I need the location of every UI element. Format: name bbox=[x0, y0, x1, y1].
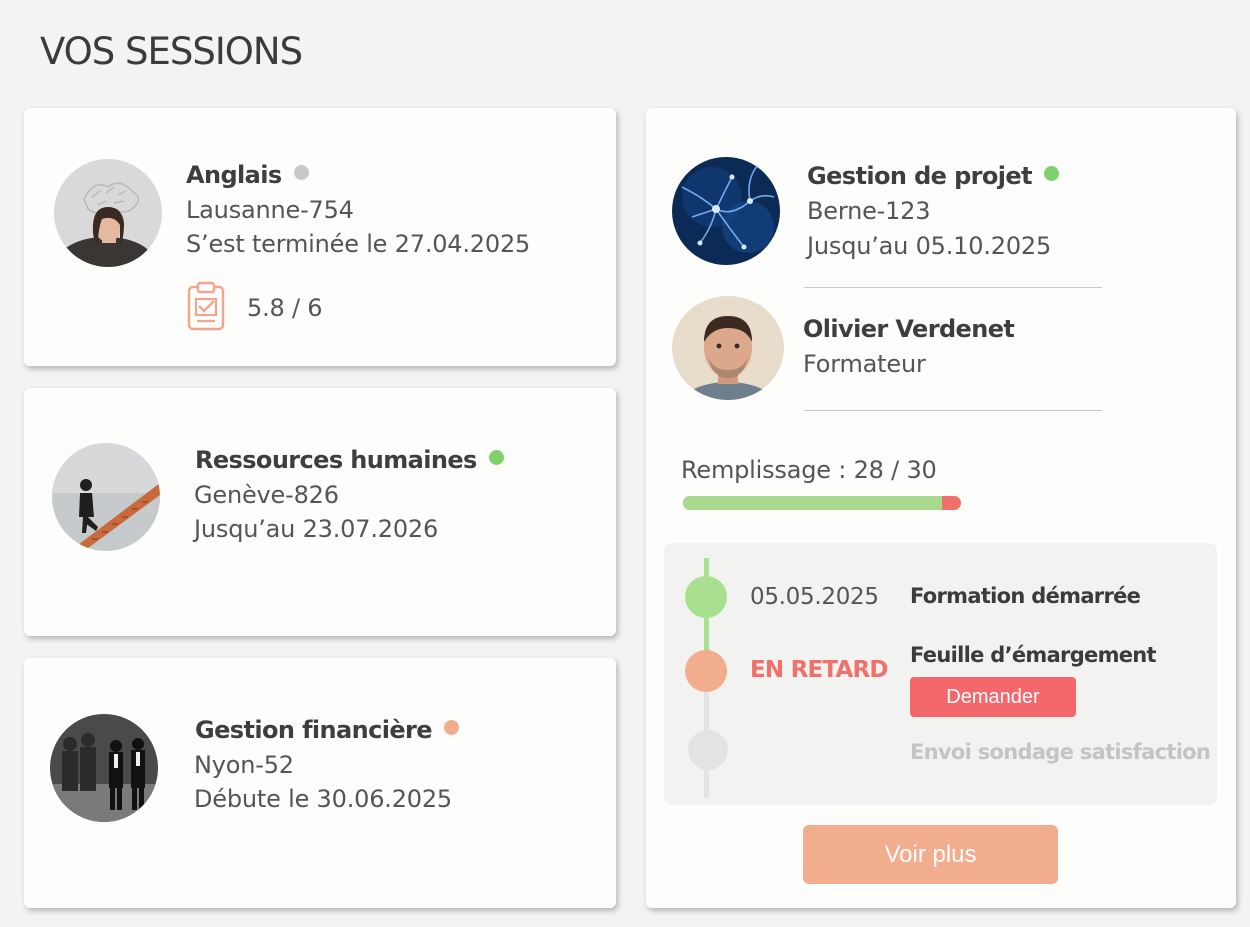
session-code: Genève-826 bbox=[194, 481, 339, 509]
session-avatar bbox=[52, 443, 160, 551]
fill-progress-bar bbox=[683, 496, 961, 510]
session-title: Ressources humaines bbox=[195, 446, 504, 474]
session-code: Lausanne-754 bbox=[186, 196, 354, 224]
session-date: Jusqu’au 23.07.2026 bbox=[194, 515, 439, 543]
session-score: 5.8 / 6 bbox=[247, 294, 323, 322]
demander-button[interactable]: Demander bbox=[910, 677, 1076, 717]
divider bbox=[804, 287, 1102, 288]
trainer-name: Olivier Verdenet bbox=[803, 315, 1015, 343]
session-avatar bbox=[672, 157, 780, 265]
session-card-gestion-financiere[interactable]: Gestion financière Nyon-52 Débute le 30.… bbox=[24, 658, 616, 908]
trainer-role: Formateur bbox=[803, 350, 926, 378]
session-code: Nyon-52 bbox=[194, 751, 294, 779]
timeline-panel bbox=[664, 543, 1217, 805]
session-avatar bbox=[54, 159, 162, 267]
timeline-label: Formation démarrée bbox=[910, 584, 1141, 608]
status-dot-active bbox=[1043, 166, 1059, 181]
fill-label: Remplissage : 28 / 30 bbox=[681, 456, 937, 484]
timeline-late-status: EN RETARD bbox=[750, 657, 889, 683]
clipboard-check-icon bbox=[187, 281, 225, 331]
fill-progress bbox=[683, 496, 943, 510]
timeline-date: 05.05.2025 bbox=[750, 584, 879, 610]
timeline-label: Feuille d’émargement bbox=[910, 643, 1157, 667]
session-title: Gestion financière bbox=[195, 716, 459, 744]
page-title: VOS SESSIONS bbox=[40, 30, 303, 73]
status-dot-active bbox=[488, 450, 504, 465]
timeline-dot-done bbox=[685, 576, 727, 618]
session-date: S’est terminée le 27.04.2025 bbox=[186, 230, 531, 258]
status-dot-upcoming bbox=[443, 720, 459, 735]
session-card-anglais[interactable]: Anglais Lausanne-754 S’est terminée le 2… bbox=[24, 108, 616, 366]
session-title: Anglais bbox=[186, 161, 309, 189]
detail-date: Jusqu’au 05.10.2025 bbox=[807, 232, 1052, 260]
status-dot-done bbox=[293, 165, 309, 180]
timeline-dot-late bbox=[685, 650, 727, 692]
session-card-ressources-humaines[interactable]: Ressources humaines Genève-826 Jusqu’au … bbox=[24, 388, 616, 636]
session-avatar bbox=[50, 714, 158, 822]
trainer-avatar bbox=[672, 296, 784, 400]
divider bbox=[804, 410, 1102, 411]
detail-title: Gestion de projet bbox=[807, 162, 1059, 190]
session-date: Débute le 30.06.2025 bbox=[194, 785, 452, 813]
timeline-dot-pending bbox=[688, 730, 728, 770]
timeline-label: Envoi sondage satisfaction bbox=[910, 740, 1211, 764]
detail-code: Berne-123 bbox=[807, 197, 931, 225]
voir-plus-button[interactable]: Voir plus bbox=[803, 825, 1058, 884]
